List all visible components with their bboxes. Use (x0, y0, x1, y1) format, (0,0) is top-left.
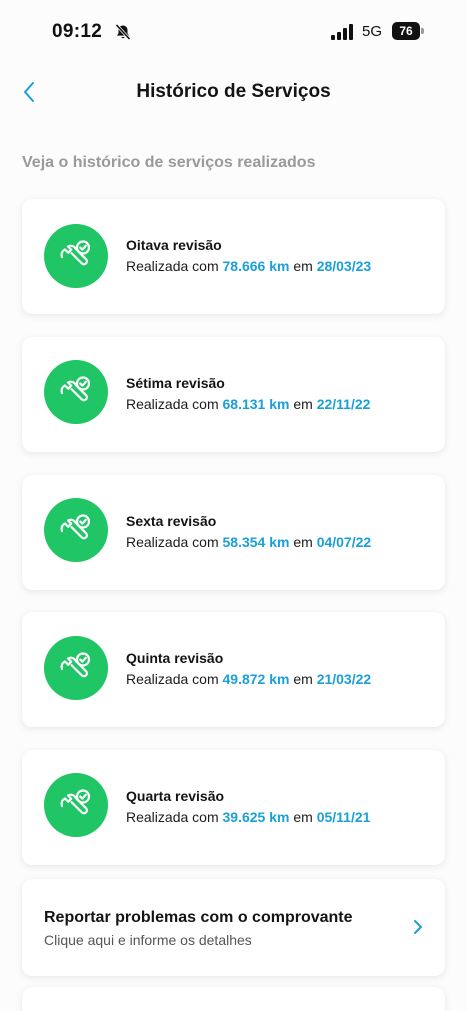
battery-level: 76 (392, 22, 420, 40)
service-title: Quinta revisão (126, 650, 224, 666)
page-title: Histórico de Serviços (136, 81, 331, 102)
service-title: Sexta revisão (126, 513, 217, 529)
service-km: 49.872 km (222, 671, 290, 687)
service-mid: em (289, 809, 317, 825)
service-date: 22/11/22 (316, 396, 371, 412)
service-date: 05/11/21 (316, 809, 371, 825)
service-prefix: Realizada com (126, 396, 223, 412)
service-detail: Realizada com 68.131 km em 22/11/22 (126, 396, 370, 412)
service-text: Quarta revisão Realizada com 39.625 km e… (126, 788, 370, 825)
wrench-check-icon (44, 498, 108, 562)
service-mid: em (289, 396, 317, 412)
battery-icon: 76 (392, 22, 424, 40)
bell-slash-icon (115, 23, 131, 41)
service-card[interactable]: Sexta revisão Realizada com 58.354 km em… (22, 475, 445, 590)
service-date: 21/03/22 (316, 671, 372, 687)
service-text: Sexta revisão Realizada com 58.354 km em… (126, 513, 371, 550)
next-card-partial (22, 987, 445, 1011)
service-prefix: Realizada com (126, 671, 223, 687)
service-title: Quarta revisão (126, 788, 225, 804)
service-mid: em (289, 534, 317, 550)
nav-bar: Histórico de Serviços (0, 70, 467, 114)
service-title: Sétima revisão (126, 375, 225, 391)
status-bar: 09:12 5G 76 (0, 0, 467, 60)
battery-tip (421, 28, 424, 34)
service-prefix: Realizada com (126, 258, 223, 274)
service-text: Quinta revisão Realizada com 49.872 km e… (126, 650, 371, 687)
service-km: 78.666 km (222, 258, 290, 274)
wrench-check-icon (44, 360, 108, 424)
service-detail: Realizada com 78.666 km em 28/03/23 (126, 258, 371, 274)
service-card[interactable]: Quarta revisão Realizada com 39.625 km e… (22, 750, 445, 865)
service-mid: em (289, 671, 317, 687)
service-km: 58.354 km (222, 534, 290, 550)
status-time: 09:12 (52, 21, 103, 42)
report-title: Reportar problemas com o comprovante (44, 909, 353, 926)
network-type: 5G (362, 23, 383, 40)
service-text: Sétima revisão Realizada com 68.131 km e… (126, 375, 370, 412)
chevron-right-icon (414, 920, 422, 934)
service-title: Oitava revisão (126, 237, 222, 253)
service-card[interactable]: Quinta revisão Realizada com 49.872 km e… (22, 612, 445, 727)
service-km: 68.131 km (222, 396, 290, 412)
wrench-check-icon (44, 224, 108, 288)
wrench-check-icon (44, 773, 108, 837)
signal-bars-icon (331, 24, 353, 40)
service-text: Oitava revisão Realizada com 78.666 km e… (126, 237, 371, 274)
service-prefix: Realizada com (126, 534, 223, 550)
section-subtitle: Veja o histórico de serviços realizados (22, 154, 316, 171)
service-detail: Realizada com 49.872 km em 21/03/22 (126, 671, 371, 687)
service-card[interactable]: Sétima revisão Realizada com 68.131 km e… (22, 337, 445, 452)
service-prefix: Realizada com (126, 809, 223, 825)
service-km: 39.625 km (222, 809, 290, 825)
service-detail: Realizada com 58.354 km em 04/07/22 (126, 534, 371, 550)
service-detail: Realizada com 39.625 km em 05/11/21 (126, 809, 370, 825)
wrench-check-icon (44, 636, 108, 700)
report-problem-button[interactable]: Reportar problemas com o comprovante Cli… (22, 879, 445, 976)
service-date: 28/03/23 (316, 258, 372, 274)
service-mid: em (289, 258, 317, 274)
service-date: 04/07/22 (316, 534, 372, 550)
report-subtitle: Clique aqui e informe os detalhes (44, 932, 252, 948)
service-card[interactable]: Oitava revisão Realizada com 78.666 km e… (22, 199, 445, 314)
